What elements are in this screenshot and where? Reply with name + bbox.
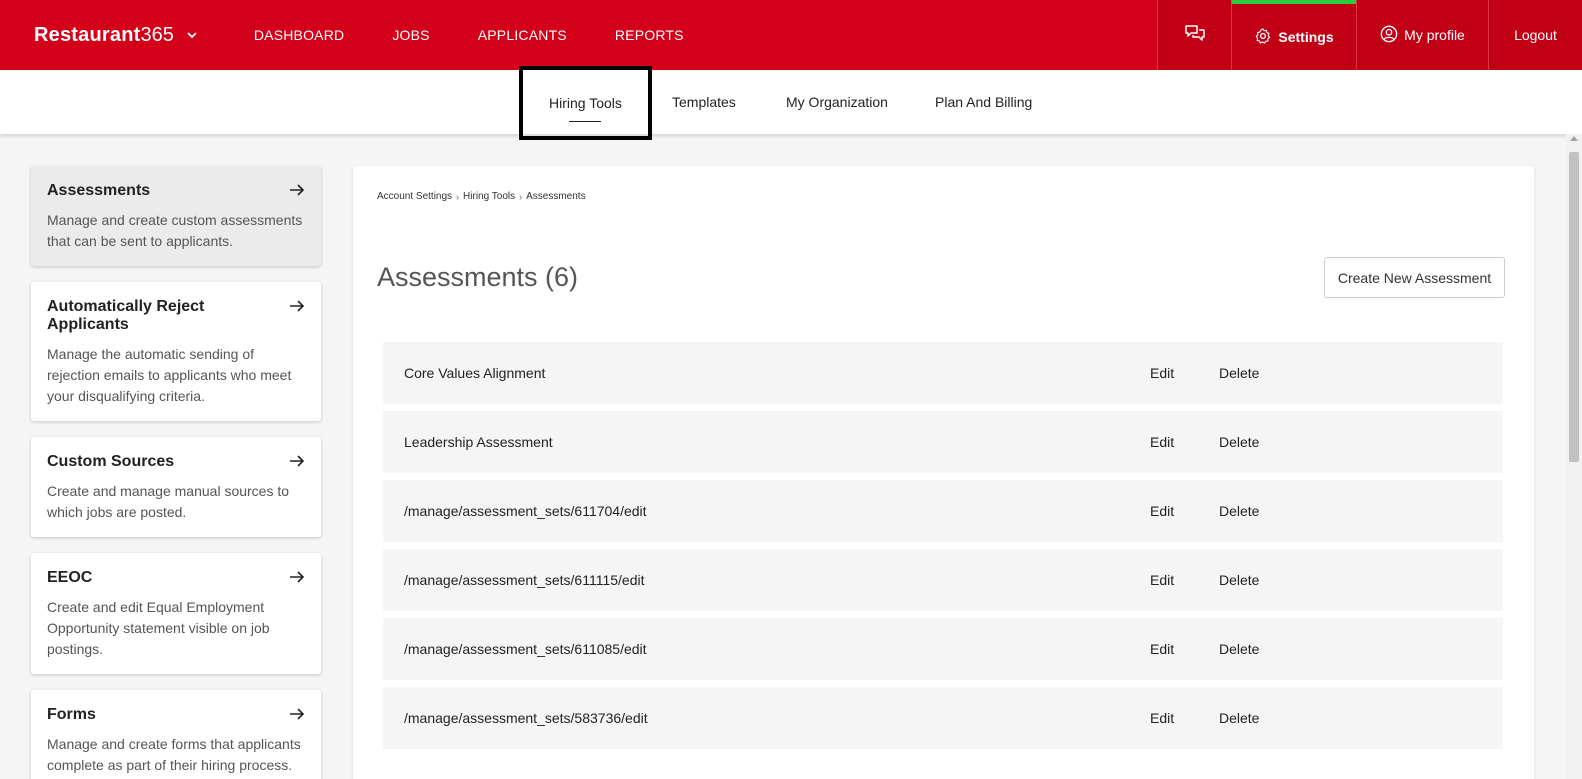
nav-applicants[interactable]: APPLICANTS xyxy=(478,27,567,43)
top-right-menu: Settings My profile Logout xyxy=(1157,0,1582,70)
tab-templates[interactable]: Templates xyxy=(672,70,736,134)
sidebar-item-custom-sources[interactable]: Custom Sources Create and manage manual … xyxy=(31,437,321,537)
delete-button[interactable]: Delete xyxy=(1219,434,1259,450)
delete-button[interactable]: Delete xyxy=(1219,572,1259,588)
top-bar: Restaurant 365 DASHBOARD JOBS APPLICANTS … xyxy=(0,0,1582,70)
sidebar-item-title: Custom Sources xyxy=(47,453,175,470)
tab-hiring-tools[interactable]: Hiring Tools xyxy=(519,66,652,140)
logout-button[interactable]: Logout xyxy=(1488,0,1582,70)
my-profile-button[interactable]: My profile xyxy=(1356,0,1488,70)
user-circle-icon xyxy=(1380,25,1404,46)
create-new-assessment-button[interactable]: Create New Assessment xyxy=(1324,257,1505,298)
assessment-name: /manage/assessment_sets/583736/edit xyxy=(404,710,648,726)
settings-label: Settings xyxy=(1278,29,1334,45)
gear-icon xyxy=(1254,27,1278,48)
assessment-name: /manage/assessment_sets/611115/edit xyxy=(404,572,645,588)
nav-dashboard[interactable]: DASHBOARD xyxy=(254,27,344,43)
list-item: /manage/assessment_sets/611704/edit Edit… xyxy=(383,480,1503,542)
arrow-right-icon xyxy=(290,571,305,583)
tab-label: Templates xyxy=(672,94,736,110)
sidebar-item-desc: Manage and create forms that applicants … xyxy=(47,736,301,773)
sidebar-item-desc: Create and edit Equal Employment Opportu… xyxy=(47,599,270,657)
sidebar-item-forms[interactable]: Forms Manage and create forms that appli… xyxy=(31,690,321,779)
breadcrumb-hiring-tools[interactable]: Hiring Tools xyxy=(463,191,515,202)
list-item: /manage/assessment_sets/611085/edit Edit… xyxy=(383,618,1503,680)
arrow-right-icon xyxy=(290,455,305,467)
edit-button[interactable]: Edit xyxy=(1150,365,1174,381)
breadcrumb-assessments: Assessments xyxy=(526,191,586,202)
chat-icon xyxy=(1184,24,1206,47)
assessment-name: /manage/assessment_sets/611704/edit xyxy=(404,503,647,519)
brand-switcher[interactable]: Restaurant 365 xyxy=(34,24,198,47)
active-tab-underline xyxy=(569,120,602,122)
delete-button[interactable]: Delete xyxy=(1219,503,1259,519)
chevron-down-icon xyxy=(186,29,198,41)
scrollbar-thumb[interactable] xyxy=(1569,152,1579,462)
sidebar-item-eeoc[interactable]: EEOC Create and edit Equal Employment Op… xyxy=(31,553,321,674)
edit-button[interactable]: Edit xyxy=(1150,572,1174,588)
hiring-tools-sidebar: Assessments Manage and create custom ass… xyxy=(31,166,321,779)
breadcrumb: Account Settings › Hiring Tools › Assess… xyxy=(377,191,586,202)
my-profile-label: My profile xyxy=(1404,27,1465,43)
edit-button[interactable]: Edit xyxy=(1150,503,1174,519)
tab-plan-and-billing[interactable]: Plan And Billing xyxy=(935,70,1032,134)
chevron-right-icon: › xyxy=(456,191,460,202)
logout-label: Logout xyxy=(1514,27,1557,43)
sidebar-item-title: Automatically Reject Applicants xyxy=(47,298,205,333)
chevron-right-icon: › xyxy=(519,191,523,202)
edit-button[interactable]: Edit xyxy=(1150,710,1174,726)
settings-button[interactable]: Settings xyxy=(1231,0,1356,70)
assessments-panel: Account Settings › Hiring Tools › Assess… xyxy=(353,166,1534,779)
brand-name: Restaurant xyxy=(34,23,141,46)
delete-button[interactable]: Delete xyxy=(1219,641,1259,657)
list-item: /manage/assessment_sets/583736/edit Edit… xyxy=(383,687,1503,749)
list-item: /manage/assessment_sets/611115/edit Edit… xyxy=(383,549,1503,611)
arrow-right-icon xyxy=(290,300,305,312)
arrow-right-icon xyxy=(290,708,305,720)
sidebar-item-title: Forms xyxy=(47,706,96,723)
sidebar-item-assessments[interactable]: Assessments Manage and create custom ass… xyxy=(31,166,321,266)
breadcrumb-account-settings[interactable]: Account Settings xyxy=(377,191,452,202)
assessment-name: Core Values Alignment xyxy=(404,365,546,381)
sidebar-item-desc: Create and manage manual sources to whic… xyxy=(47,483,290,520)
edit-button[interactable]: Edit xyxy=(1150,434,1174,450)
list-item: Leadership Assessment Edit Delete xyxy=(383,411,1503,473)
delete-button[interactable]: Delete xyxy=(1219,365,1259,381)
sidebar-item-auto-reject[interactable]: Automatically Reject Applicants Manage t… xyxy=(31,282,321,421)
settings-subnav: Hiring Tools Templates My Organization P… xyxy=(0,66,1582,140)
tab-label: Plan And Billing xyxy=(935,94,1033,110)
tab-my-organization[interactable]: My Organization xyxy=(786,70,888,134)
sidebar-item-desc: Manage and create custom assessments tha… xyxy=(47,212,303,249)
tab-label: Hiring Tools xyxy=(549,95,622,111)
tab-label: My Organization xyxy=(786,94,888,110)
scroll-up-arrow-icon[interactable] xyxy=(1570,136,1578,141)
brand-number: 365 xyxy=(140,23,174,46)
sidebar-item-desc: Manage the automatic sending of rejectio… xyxy=(47,346,292,404)
page-title: Assessments (6) xyxy=(377,262,579,292)
sidebar-item-title: EEOC xyxy=(47,569,93,586)
arrow-right-icon xyxy=(290,184,305,196)
sidebar-item-title: Assessments xyxy=(47,182,151,199)
delete-button[interactable]: Delete xyxy=(1219,710,1259,726)
list-item: Core Values Alignment Edit Delete xyxy=(383,342,1503,404)
edit-button[interactable]: Edit xyxy=(1150,641,1174,657)
nav-jobs[interactable]: JOBS xyxy=(392,27,429,43)
assessments-list: Core Values Alignment Edit Delete Leader… xyxy=(383,342,1503,756)
main-nav: DASHBOARD JOBS APPLICANTS REPORTS xyxy=(254,27,732,43)
chat-button[interactable] xyxy=(1157,0,1231,70)
assessment-name: /manage/assessment_sets/611085/edit xyxy=(404,641,647,657)
assessment-name: Leadership Assessment xyxy=(404,434,553,450)
nav-reports[interactable]: REPORTS xyxy=(615,27,684,43)
page-scrollbar[interactable] xyxy=(1566,134,1582,779)
